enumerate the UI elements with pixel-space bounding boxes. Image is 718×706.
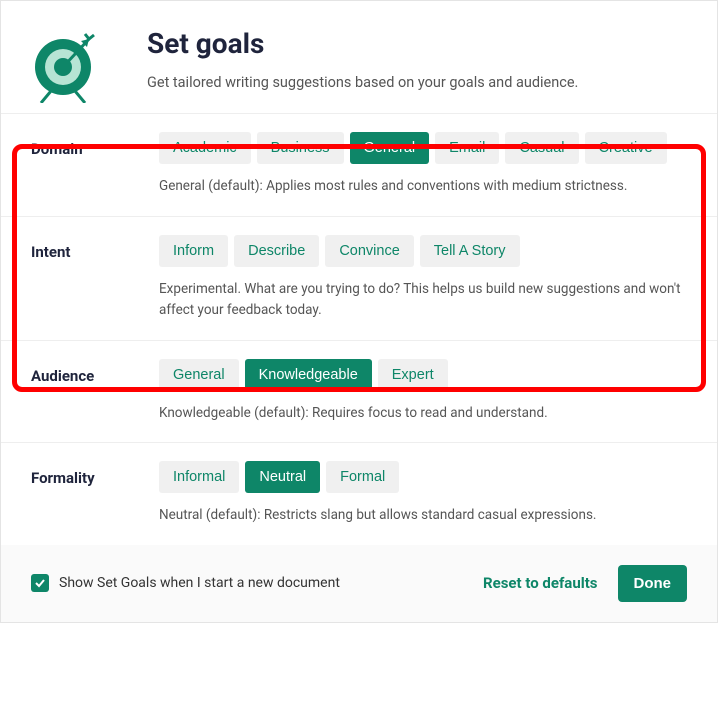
intent-option-describe[interactable]: Describe <box>234 235 319 267</box>
audience-option-general[interactable]: General <box>159 359 239 391</box>
intent-description: Experimental. What are you trying to do?… <box>159 279 687 322</box>
audience-description: Knowledgeable (default): Requires focus … <box>159 403 687 425</box>
formality-option-informal[interactable]: Informal <box>159 461 239 493</box>
section-formality-body: InformalNeutralFormal Neutral (default):… <box>159 461 687 527</box>
section-formality: Formality InformalNeutralFormal Neutral … <box>1 442 717 545</box>
audience-chips: GeneralKnowledgeableExpert <box>159 359 687 391</box>
header-text: Set goals Get tailored writing suggestio… <box>147 27 687 91</box>
formality-option-neutral[interactable]: Neutral <box>245 461 320 493</box>
modal-footer: Show Set Goals when I start a new docume… <box>1 545 717 622</box>
domain-option-general[interactable]: General <box>350 132 430 164</box>
reset-defaults-link[interactable]: Reset to defaults <box>483 574 598 592</box>
audience-option-expert[interactable]: Expert <box>378 359 448 391</box>
domain-option-email[interactable]: Email <box>435 132 499 164</box>
intent-option-convince[interactable]: Convince <box>325 235 413 267</box>
intent-option-inform[interactable]: Inform <box>159 235 228 267</box>
footer-left: Show Set Goals when I start a new docume… <box>31 574 340 592</box>
domain-chips: AcademicBusinessGeneralEmailCasualCreati… <box>159 132 687 164</box>
modal-title: Set goals <box>147 27 687 60</box>
domain-description: General (default): Applies most rules an… <box>159 176 687 198</box>
intent-chips: InformDescribeConvinceTell A Story <box>159 235 687 267</box>
domain-option-academic[interactable]: Academic <box>159 132 251 164</box>
section-audience: Audience GeneralKnowledgeableExpert Know… <box>1 340 717 443</box>
section-intent-label: Intent <box>31 235 139 261</box>
section-domain-body: AcademicBusinessGeneralEmailCasualCreati… <box>159 132 687 198</box>
section-intent: Intent InformDescribeConvinceTell A Stor… <box>1 216 717 340</box>
done-button[interactable]: Done <box>618 565 688 602</box>
show-goals-checkbox[interactable] <box>31 574 49 592</box>
section-intent-body: InformDescribeConvinceTell A Story Exper… <box>159 235 687 322</box>
modal-subtitle: Get tailored writing suggestions based o… <box>147 74 687 91</box>
formality-option-formal[interactable]: Formal <box>326 461 399 493</box>
domain-option-casual[interactable]: Casual <box>505 132 578 164</box>
footer-right: Reset to defaults Done <box>483 565 687 602</box>
formality-chips: InformalNeutralFormal <box>159 461 687 493</box>
domain-option-creative[interactable]: Creative <box>585 132 667 164</box>
domain-option-business[interactable]: Business <box>257 132 344 164</box>
intent-option-tell-a-story[interactable]: Tell A Story <box>420 235 520 267</box>
check-icon <box>34 577 46 589</box>
section-domain: Domain AcademicBusinessGeneralEmailCasua… <box>1 113 717 216</box>
section-audience-body: GeneralKnowledgeableExpert Knowledgeable… <box>159 359 687 425</box>
section-domain-label: Domain <box>31 132 139 158</box>
formality-description: Neutral (default): Restricts slang but a… <box>159 505 687 527</box>
section-formality-label: Formality <box>31 461 139 487</box>
show-goals-label: Show Set Goals when I start a new docume… <box>59 575 340 591</box>
audience-option-knowledgeable[interactable]: Knowledgeable <box>245 359 372 391</box>
section-audience-label: Audience <box>31 359 139 385</box>
set-goals-modal: Set goals Get tailored writing suggestio… <box>0 0 718 623</box>
modal-header: Set goals Get tailored writing suggestio… <box>1 1 717 113</box>
target-icon <box>31 31 95 95</box>
